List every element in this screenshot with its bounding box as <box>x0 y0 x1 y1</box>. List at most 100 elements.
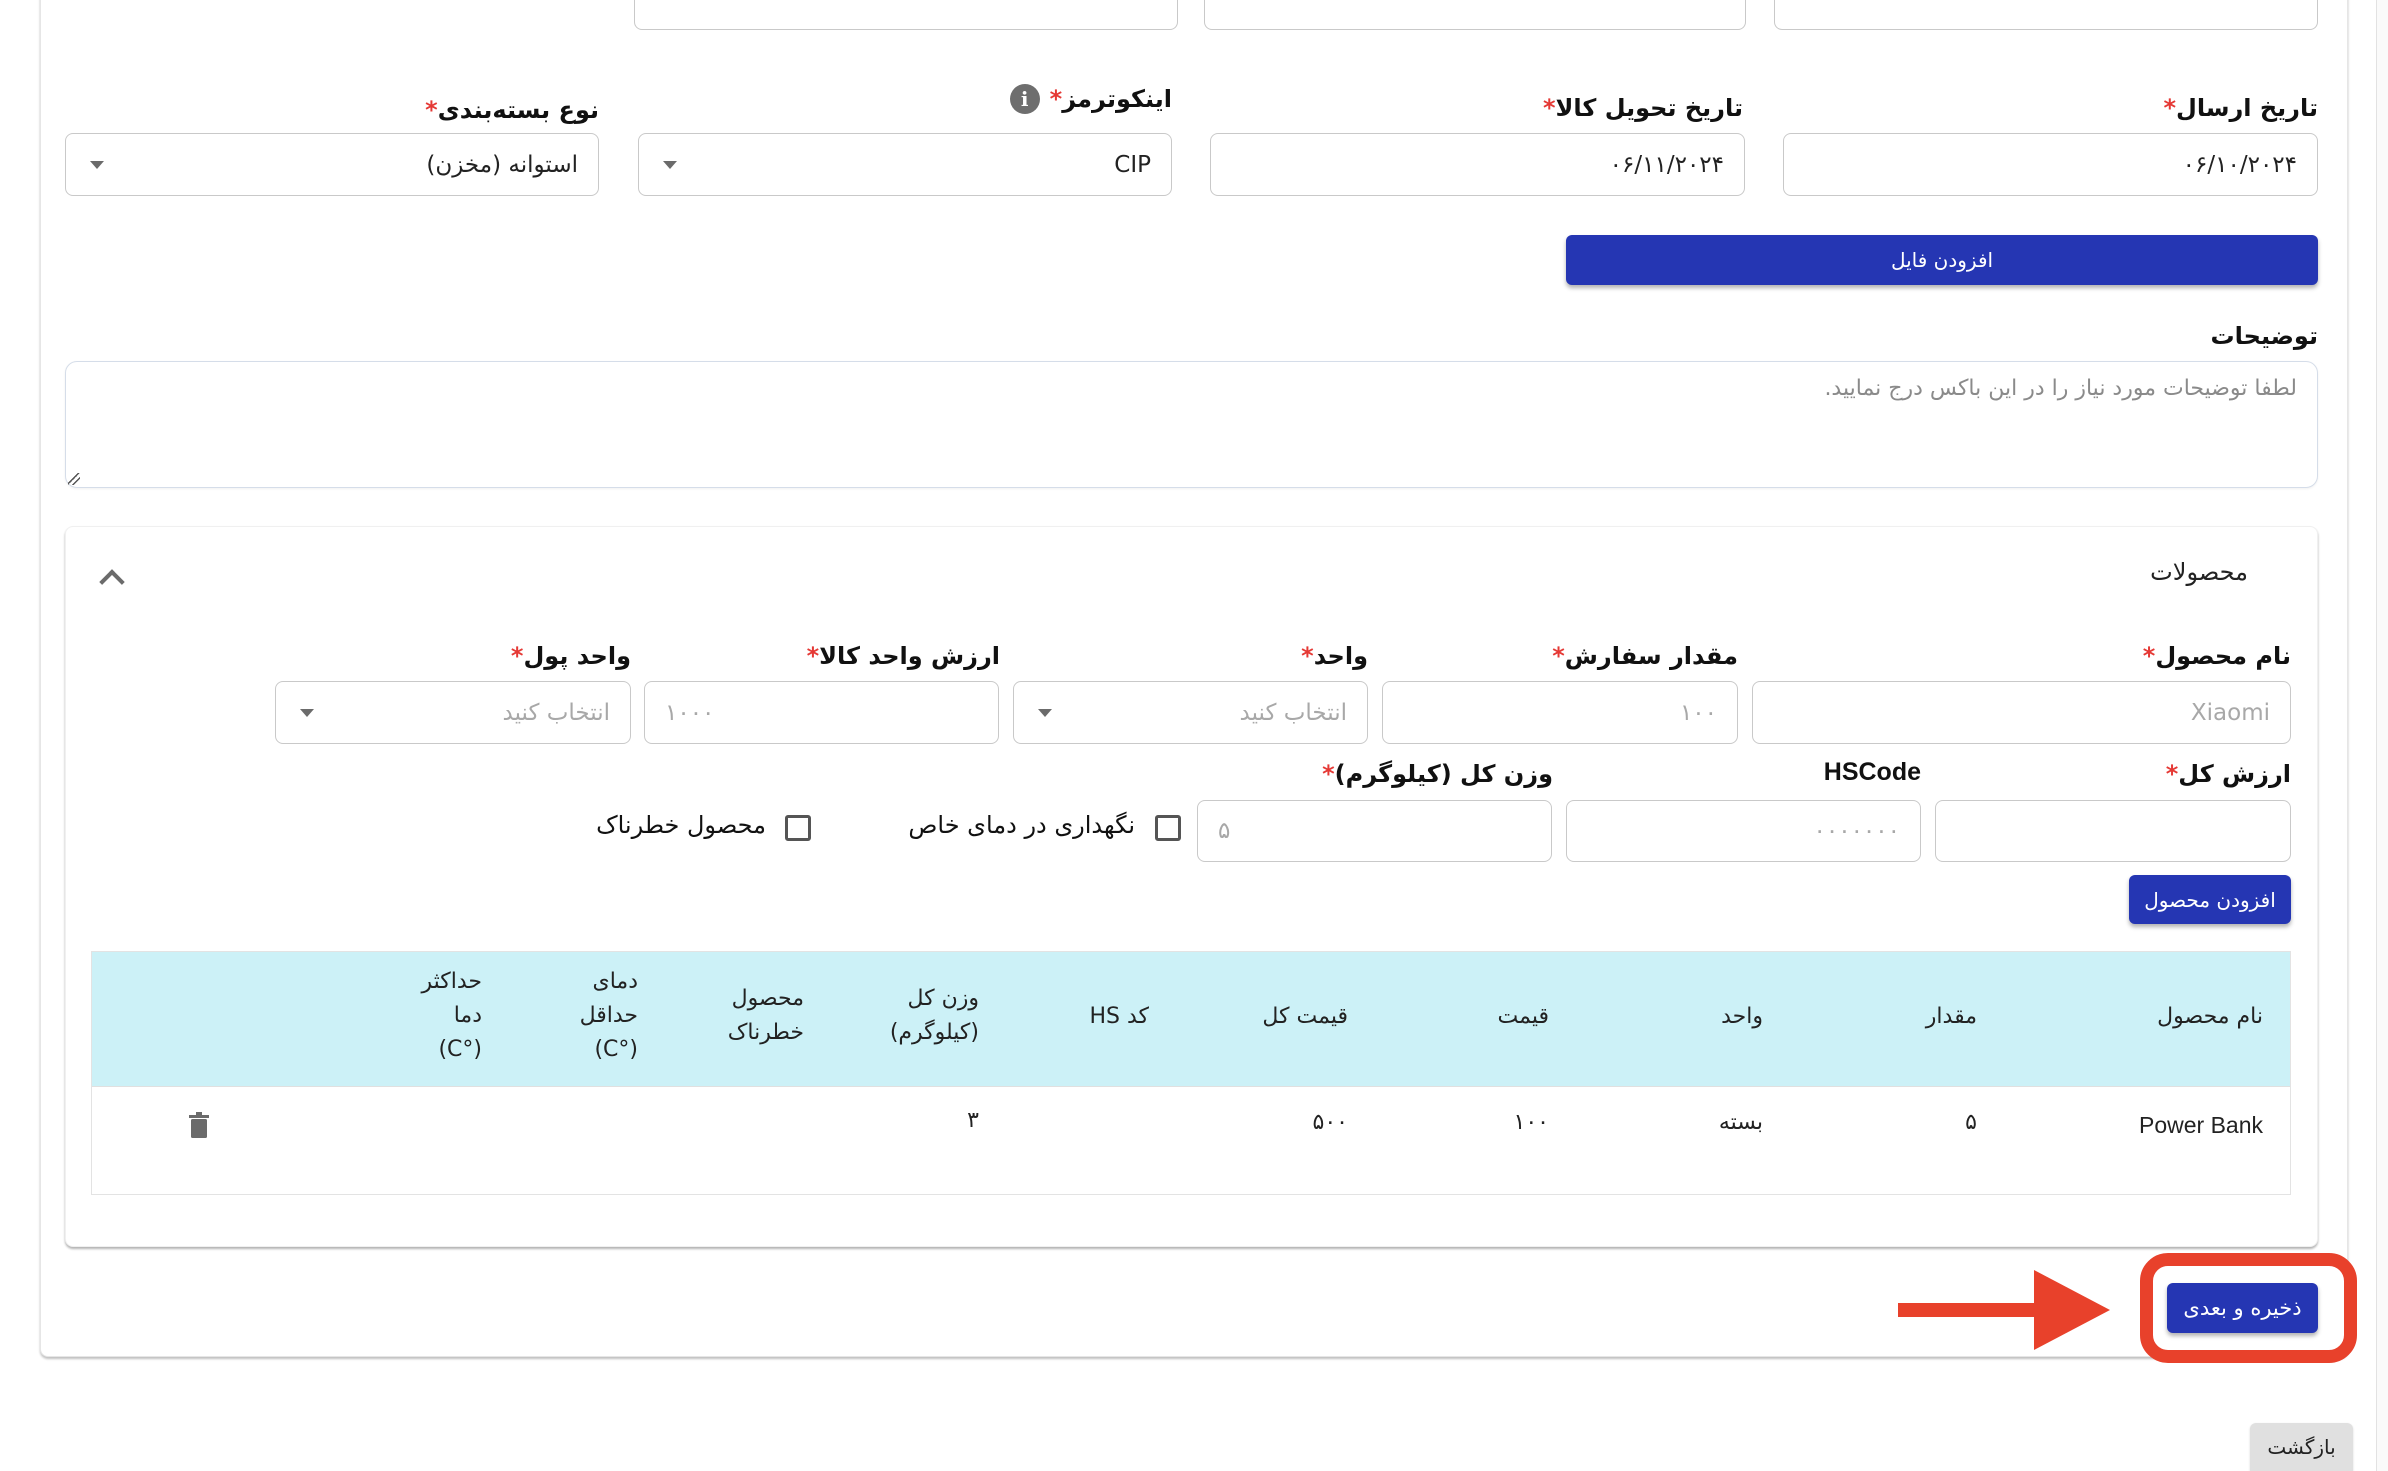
arrow-head <box>2034 1270 2110 1350</box>
product-name-input[interactable]: Xiaomi <box>1752 681 2291 744</box>
cell-price: ۱۰۰ <box>1513 1110 1549 1135</box>
info-icon[interactable]: i <box>1009 84 1040 114</box>
add-product-button[interactable]: افزودن محصول <box>2129 875 2291 924</box>
incoterms-label-value: اینکوترمز <box>1062 85 1172 113</box>
column-header-product-name: نام محصول <box>2157 1004 2263 1029</box>
scrollbar-track[interactable] <box>2376 0 2388 1471</box>
send-date-label: تاریخ ارسال* <box>2163 94 2318 122</box>
column-header-max-temp: حداکثر دما (°C) <box>421 965 482 1067</box>
packaging-value: استوانه (مخزن) <box>426 151 578 178</box>
trash-icon[interactable] <box>189 1112 209 1138</box>
column-header-line: دما <box>453 1003 482 1028</box>
description-textarea[interactable]: لطفا توضیحات مورد نیاز را در این باکس در… <box>65 361 2318 488</box>
order-qty-placeholder: ۱۰۰ <box>1679 699 1717 726</box>
order-qty-label: مقدار سفارش* <box>1552 642 1738 670</box>
total-value-input[interactable] <box>1935 800 2291 862</box>
column-header-line: خطرناک <box>727 1020 804 1045</box>
required-mark: * <box>2142 642 2156 670</box>
column-header-quantity: مقدار <box>1925 1004 1977 1029</box>
unit-value-label-text: ارزش واحد کالا <box>819 642 1000 670</box>
required-mark: * <box>1552 642 1565 670</box>
unit-select[interactable]: انتخاب کنید <box>1013 681 1368 744</box>
dangerous-checkbox[interactable] <box>785 815 811 841</box>
packaging-select[interactable]: استوانه (مخزن) <box>65 133 599 196</box>
hscode-input[interactable]: ۰۰۰۰۰۰۰ <box>1566 800 1921 862</box>
incoterms-value: CIP <box>1114 151 1151 178</box>
dropdown-arrow-icon <box>300 708 314 717</box>
delivery-date-label: تاریخ تحویل کالا* <box>1543 94 1743 122</box>
total-weight-label: وزن کل (کیلوگرم)* <box>1322 760 1553 788</box>
required-mark: * <box>1542 94 1556 122</box>
column-header-line: حداقل <box>579 1003 638 1028</box>
dropdown-arrow-icon <box>1038 708 1052 717</box>
table-header: نام محصول مقدار واحد قیمت قیمت کل کد HS … <box>92 952 2290 1087</box>
products-title[interactable]: محصولات <box>2150 558 2248 586</box>
packaging-label: نوع بسته‌بندی* <box>425 96 599 124</box>
unit-label: واحد* <box>1301 642 1368 670</box>
currency-select[interactable]: انتخاب کنید <box>275 681 631 744</box>
cell-quantity: ۵ <box>1965 1110 1977 1135</box>
column-header-line: (°C) <box>594 1037 638 1062</box>
column-header-line: محصول <box>731 986 804 1011</box>
description-placeholder: لطفا توضیحات مورد نیاز را در این باکس در… <box>1824 376 2297 401</box>
currency-label-text: واحد پول <box>523 642 631 670</box>
annotation-arrow <box>1898 1270 2110 1350</box>
unit-placeholder: انتخاب کنید <box>1239 699 1347 726</box>
currency-label: واحد پول* <box>511 642 631 670</box>
order-qty-input[interactable]: ۱۰۰ <box>1382 681 1738 744</box>
required-mark: * <box>1322 760 1335 788</box>
required-mark: * <box>510 642 524 670</box>
column-header-line: (°C) <box>438 1037 482 1062</box>
order-qty-label-text: مقدار سفارش <box>1564 642 1738 670</box>
special-temp-checkbox[interactable] <box>1155 815 1181 841</box>
table-row: Power Bank ۵ بسته ۱۰۰ ۵۰۰ ۳ <box>92 1086 2290 1196</box>
product-name-placeholder: Xiaomi <box>2190 699 2270 726</box>
column-header-total-weight: وزن کل (کیلوگرم) <box>890 982 979 1050</box>
column-header-min-temp: دمای حداقل (°C) <box>580 965 638 1067</box>
required-mark: * <box>2163 94 2177 122</box>
column-header-line: حداکثر <box>421 969 482 994</box>
column-header-total-price: قیمت کل <box>1262 1004 1348 1029</box>
unit-label-text: واحد <box>1313 642 1368 670</box>
incoterms-label: اینکوترمز* i <box>1009 84 1172 114</box>
unit-value-label: ارزش واحد کالا* <box>807 642 1000 670</box>
send-date-label-text: تاریخ ارسال <box>2176 94 2318 122</box>
send-date-value: ۰۶/۱۰/۲۰۲۴ <box>2182 151 2297 178</box>
cell-unit: بسته <box>1718 1110 1763 1135</box>
product-name-label: نام محصول* <box>2143 642 2291 670</box>
incoterms-select[interactable]: CIP <box>638 133 1172 196</box>
required-mark: * <box>806 642 820 670</box>
required-mark: * <box>1301 642 1314 670</box>
send-date-input[interactable]: ۰۶/۱۰/۲۰۲۴ <box>1783 133 2318 196</box>
special-temp-label: نگهداری در دمای خاص <box>908 811 1135 839</box>
delivery-date-label-text: تاریخ تحویل کالا <box>1555 94 1744 122</box>
required-mark: * <box>1049 85 1063 113</box>
unit-value-placeholder: ۱۰۰۰ <box>665 699 715 726</box>
column-header-dangerous: محصول خطرناک <box>728 982 804 1050</box>
total-value-label: ارزش کل* <box>2166 760 2291 788</box>
arrow-shaft <box>1898 1303 2038 1317</box>
column-header-line: وزن کل <box>907 986 979 1011</box>
product-name-label-text: نام محصول <box>2155 642 2291 670</box>
unit-value-input[interactable]: ۱۰۰۰ <box>644 681 999 744</box>
required-mark: * <box>425 96 438 124</box>
delivery-date-value: ۰۶/۱۱/۲۰۲۴ <box>1609 151 1724 178</box>
required-mark: * <box>2165 760 2179 788</box>
total-weight-input[interactable]: ۵ <box>1197 800 1552 862</box>
resize-handle-icon[interactable] <box>68 473 80 485</box>
dropdown-arrow-icon <box>90 160 104 169</box>
hscode-label: HSCode <box>1823 758 1921 786</box>
previous-field-2[interactable] <box>1204 0 1746 30</box>
packaging-label-text: نوع بسته‌بندی <box>437 96 599 124</box>
currency-placeholder: انتخاب کنید <box>502 699 610 726</box>
add-file-button[interactable]: افزودن فایل <box>1566 235 2318 285</box>
column-header-hs-code: کد HS <box>1089 1004 1149 1029</box>
previous-field-3[interactable] <box>1774 0 2318 30</box>
back-button[interactable]: بازگشت <box>2250 1423 2353 1471</box>
delivery-date-input[interactable]: ۰۶/۱۱/۲۰۲۴ <box>1210 133 1745 196</box>
column-header-line: دمای <box>592 969 638 994</box>
cell-total-price: ۵۰۰ <box>1312 1110 1348 1135</box>
cell-weight: ۳ <box>967 1108 979 1133</box>
previous-field-1[interactable] <box>634 0 1178 30</box>
save-next-button[interactable]: ذخیره و بعدی <box>2167 1283 2318 1333</box>
